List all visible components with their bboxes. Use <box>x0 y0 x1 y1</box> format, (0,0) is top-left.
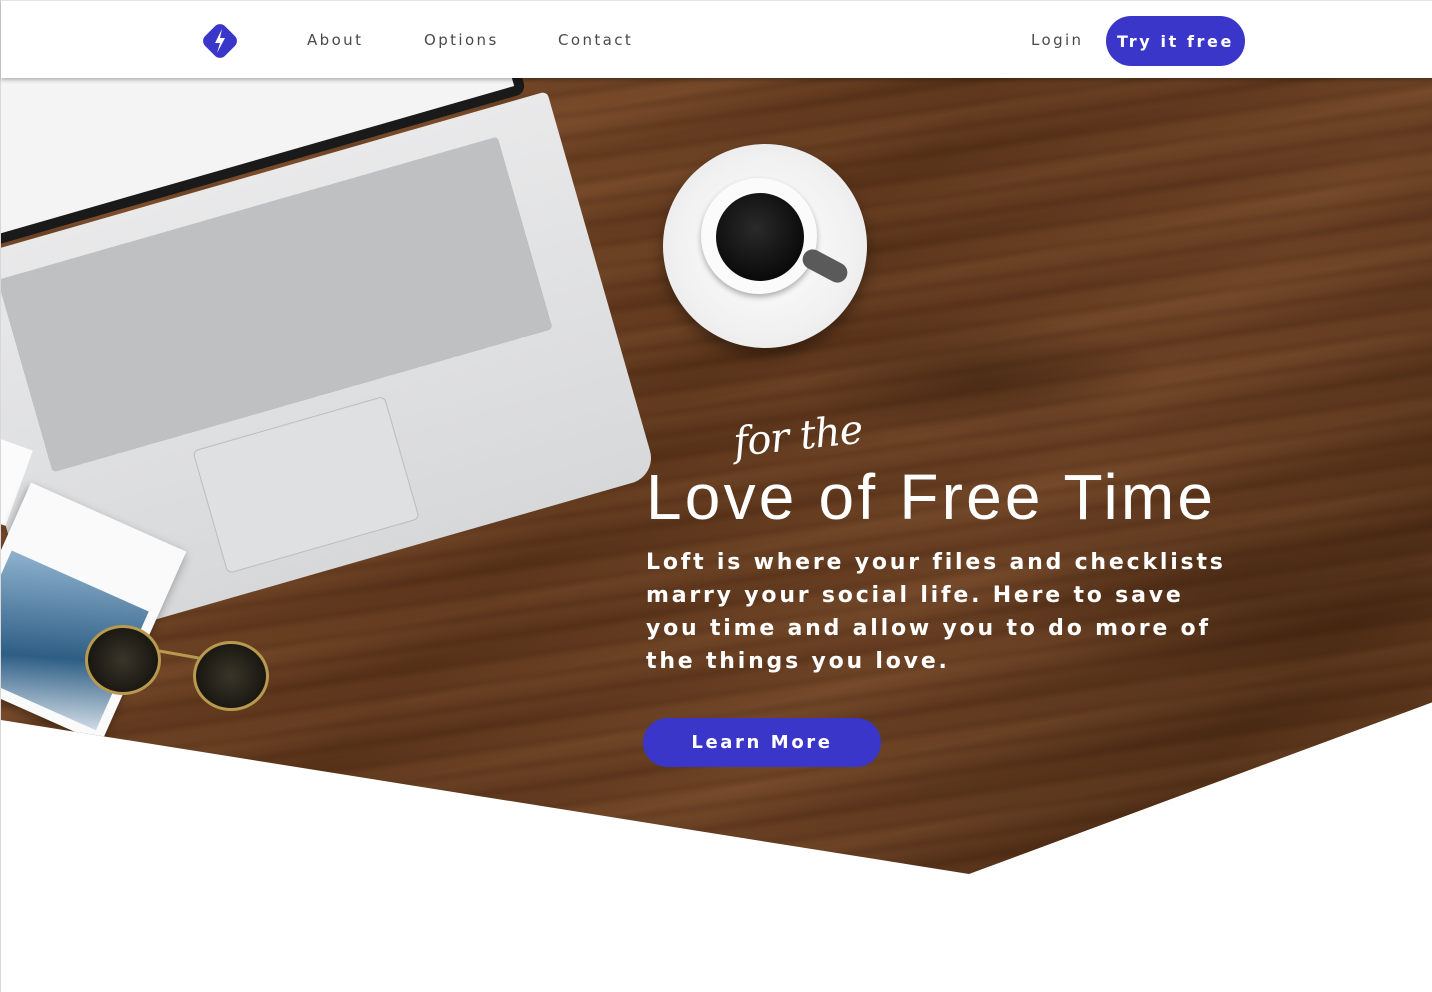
nav-about-link[interactable]: About <box>307 31 363 49</box>
hero-title: Love of Free Time <box>646 461 1217 533</box>
nav-contact-link[interactable]: Contact <box>558 31 633 49</box>
coffee-image <box>716 193 804 281</box>
bolt-diamond-logo-icon[interactable] <box>197 19 243 63</box>
sunglasses-image <box>71 623 301 713</box>
try-it-free-button[interactable]: Try it free <box>1106 16 1245 66</box>
top-navbar: About Options Contact Login Try it free <box>1 0 1432 78</box>
learn-more-button[interactable]: Learn More <box>643 718 881 767</box>
nav-login-link[interactable]: Login <box>1031 31 1083 49</box>
laptop-trackpad <box>192 395 420 574</box>
page: for the Love of Free Time Loft is where … <box>0 0 1432 992</box>
hero-description: Loft is where your files and checklists … <box>646 550 1226 674</box>
nav-options-link[interactable]: Options <box>424 31 499 49</box>
